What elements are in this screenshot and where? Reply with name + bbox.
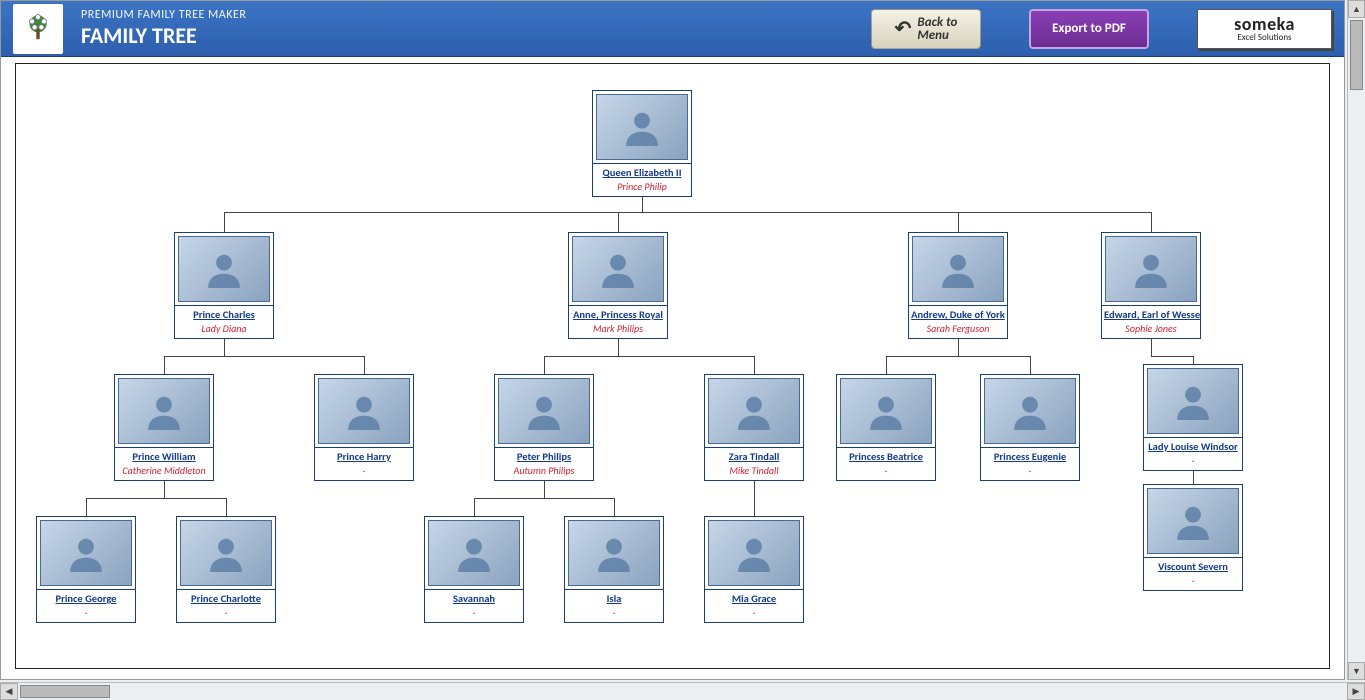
person-photo — [178, 236, 270, 302]
person-photo — [708, 378, 800, 444]
person-photo — [498, 378, 590, 444]
person-spouse: - — [315, 464, 413, 480]
person-spouse: Sophie Jones — [1102, 322, 1200, 338]
person-name: Prince William — [115, 447, 213, 464]
scroll-left-icon[interactable]: ◀ — [0, 683, 18, 700]
scroll-right-icon[interactable]: ▶ — [1347, 683, 1365, 700]
person-photo — [984, 378, 1076, 444]
person-spouse: - — [981, 464, 1079, 480]
person-name: Prince Charlotte — [177, 589, 275, 606]
person-name: Anne, Princess Royal — [569, 305, 667, 322]
person-spouse: - — [37, 606, 135, 622]
person-name: Prince George — [37, 589, 135, 606]
person-name: Princess Eugenie — [981, 447, 1079, 464]
person-photo — [596, 94, 688, 160]
export-pdf-button[interactable]: Export to PDF — [1029, 9, 1149, 49]
person-spouse: - — [177, 606, 275, 622]
person-spouse: Mike Tindall — [705, 464, 803, 480]
scroll-up-icon[interactable]: ▲ — [1348, 0, 1365, 18]
back-arrow-icon: ↶ — [895, 16, 912, 41]
person-name: Andrew, Duke of York — [909, 305, 1007, 322]
person-photo — [40, 520, 132, 586]
person-spouse: - — [425, 606, 523, 622]
back-to-menu-button[interactable]: ↶ Back to Menu — [871, 9, 981, 49]
scroll-thumb[interactable] — [1350, 20, 1363, 90]
person-spouse: - — [705, 606, 803, 622]
person-name: Viscount Severn — [1144, 557, 1242, 574]
person-name: Lady Louise Windsor — [1144, 437, 1242, 454]
scroll-track[interactable] — [1348, 18, 1365, 662]
person-name: Isla — [565, 589, 663, 606]
person-name: Zara Tindall — [705, 447, 803, 464]
person-card-beatrice[interactable]: Princess Beatrice - — [836, 374, 936, 481]
person-photo — [708, 520, 800, 586]
person-photo — [840, 378, 932, 444]
person-photo — [912, 236, 1004, 302]
person-spouse: - — [1144, 454, 1242, 470]
person-photo — [180, 520, 272, 586]
person-spouse: Catherine Middleton — [115, 464, 213, 480]
app-logo — [13, 4, 63, 54]
app-header: PREMIUM FAMILY TREE MAKER FAMILY TREE ↶ … — [1, 1, 1344, 57]
person-spouse: - — [565, 606, 663, 622]
vertical-scrollbar[interactable]: ▲ ▼ — [1347, 0, 1365, 680]
person-card-root[interactable]: Queen Elizabeth II Prince Philip — [592, 90, 692, 197]
person-photo — [572, 236, 664, 302]
person-photo — [1105, 236, 1197, 302]
person-card-severn[interactable]: Viscount Severn - — [1143, 484, 1243, 591]
person-card-william[interactable]: Prince William Catherine Middleton — [114, 374, 214, 481]
scroll-down-icon[interactable]: ▼ — [1348, 662, 1365, 680]
person-card-peter[interactable]: Peter Philips Autumn Philips — [494, 374, 594, 481]
person-photo — [118, 378, 210, 444]
person-card-savannah[interactable]: Savannah - — [424, 516, 524, 623]
back-to-menu-line1: Back to — [917, 16, 957, 29]
person-photo — [1147, 488, 1239, 554]
person-spouse: Autumn Philips — [495, 464, 593, 480]
person-spouse: Mark Philips — [569, 322, 667, 338]
scroll-track[interactable] — [18, 683, 1347, 700]
tree-canvas[interactable]: Queen Elizabeth II Prince Philip Prince … — [16, 64, 1329, 668]
person-spouse: - — [1144, 574, 1242, 590]
person-card-eugenie[interactable]: Princess Eugenie - — [980, 374, 1080, 481]
scroll-thumb[interactable] — [20, 685, 110, 698]
person-photo — [1147, 368, 1239, 434]
person-name: Edward, Earl of Wessex — [1102, 305, 1200, 322]
tree-icon — [21, 12, 55, 46]
person-name: Queen Elizabeth II — [593, 163, 691, 180]
person-photo — [568, 520, 660, 586]
person-spouse: Prince Philip — [593, 180, 691, 196]
back-to-menu-line2: Menu — [917, 29, 957, 42]
person-card-edward[interactable]: Edward, Earl of Wessex Sophie Jones — [1101, 232, 1201, 339]
person-card-george[interactable]: Prince George - — [36, 516, 136, 623]
person-card-charlotte[interactable]: Prince Charlotte - — [176, 516, 276, 623]
person-card-charles[interactable]: Prince Charles Lady Diana — [174, 232, 274, 339]
header-title: FAMILY TREE — [81, 23, 246, 48]
person-name: Prince Charles — [175, 305, 273, 322]
person-photo — [428, 520, 520, 586]
person-name: Peter Philips — [495, 447, 593, 464]
horizontal-scrollbar[interactable]: ◀ ▶ — [0, 682, 1365, 700]
person-name: Mia Grace — [705, 589, 803, 606]
person-spouse: Lady Diana — [175, 322, 273, 338]
brand-logo[interactable]: someka Excel Solutions — [1197, 9, 1332, 49]
person-name: Prince Harry — [315, 447, 413, 464]
person-card-zara[interactable]: Zara Tindall Mike Tindall — [704, 374, 804, 481]
tree-canvas-frame: Queen Elizabeth II Prince Philip Prince … — [15, 63, 1330, 669]
person-card-anne[interactable]: Anne, Princess Royal Mark Philips — [568, 232, 668, 339]
person-spouse: - — [837, 464, 935, 480]
person-card-mia[interactable]: Mia Grace - — [704, 516, 804, 623]
header-titles: PREMIUM FAMILY TREE MAKER FAMILY TREE — [81, 9, 246, 48]
person-card-louise[interactable]: Lady Louise Windsor - — [1143, 364, 1243, 471]
header-subtitle: PREMIUM FAMILY TREE MAKER — [81, 9, 246, 23]
person-card-andrew[interactable]: Andrew, Duke of York Sarah Ferguson — [908, 232, 1008, 339]
person-card-isla[interactable]: Isla - — [564, 516, 664, 623]
person-photo — [318, 378, 410, 444]
person-name: Savannah — [425, 589, 523, 606]
person-name: Princess Beatrice — [837, 447, 935, 464]
person-spouse: Sarah Ferguson — [909, 322, 1007, 338]
person-card-harry[interactable]: Prince Harry - — [314, 374, 414, 481]
